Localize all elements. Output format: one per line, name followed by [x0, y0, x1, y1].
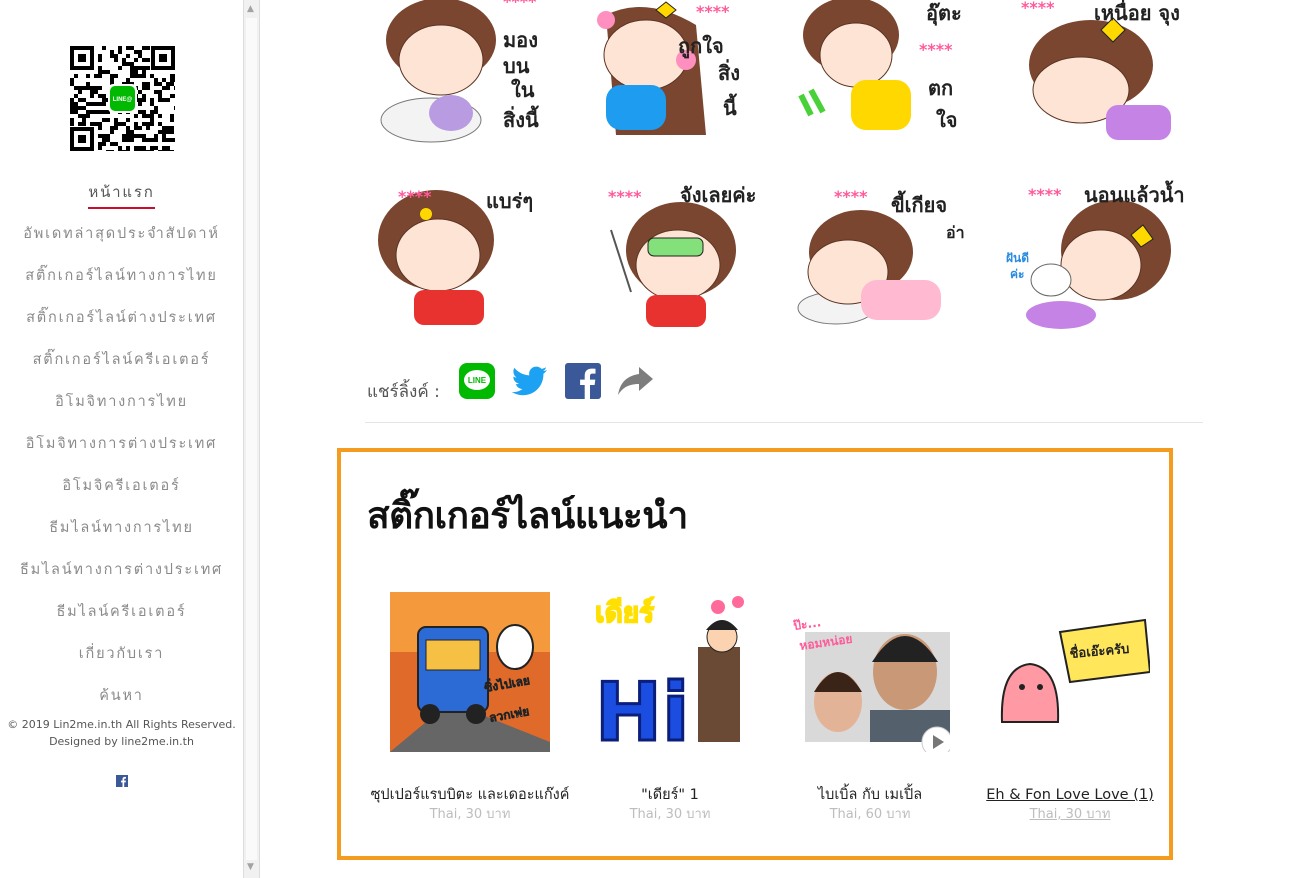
card-title[interactable]: ซุปเปอร์แรบบิตะ และเดอะแก๊งค์	[370, 786, 570, 805]
divider	[365, 422, 1203, 423]
svg-text:สิ่ง: สิ่ง	[718, 58, 740, 85]
svg-text:นี้: นี้	[723, 93, 738, 120]
svg-text:อ่า: อ่า	[946, 223, 965, 242]
svg-text:ใน: ใน	[511, 78, 535, 102]
recommended-card-1[interactable]: ซิ่งไปเลย ลวกเพ่ย ซุปเปอร์แรบบิตะ และเดอ…	[370, 592, 570, 825]
svg-text:สิ่งนี้: สิ่งนี้	[503, 105, 540, 132]
card-title[interactable]: "เดียร์" 1	[570, 786, 770, 805]
card-price[interactable]: Thai, 30 บาท	[970, 805, 1170, 825]
sticker-5[interactable]: **** แบร่ๆ	[376, 180, 556, 330]
recommended-card-3[interactable]: ป๊ะ... หอมหน่อย ไบเบิ้ล กับ เมเปิ้ล Thai…	[770, 592, 970, 825]
nav-official-thai-themes[interactable]: ธีมไลน์ทางการไทย	[0, 516, 243, 539]
sticker-1[interactable]: **** มอง บน ใน สิ่งนี้	[376, 0, 556, 145]
sticker-thumbnail[interactable]: ชื่อเอ๊ะครับ	[990, 592, 1152, 752]
recommended-heading: สติ๊กเกอร์ไลน์แนะนำ	[367, 494, 688, 537]
sticker-2[interactable]: **** ถูกใจ สิ่ง นี้	[586, 0, 766, 145]
svg-text:ตก: ตก	[928, 76, 953, 100]
card-price: Thai, 30 บาท	[629, 807, 711, 822]
svg-text:ฝันดี: ฝันดี	[1006, 251, 1029, 265]
nav-official-thai-stickers[interactable]: สติ๊กเกอร์ไลน์ทางการไทย	[0, 264, 243, 287]
svg-text:อุ๊ตะ: อุ๊ตะ	[926, 1, 962, 26]
svg-text:ถูกใจ: ถูกใจ	[678, 34, 724, 60]
qr-logo-text: LINE@	[113, 97, 133, 103]
scrollbar-thumb[interactable]	[246, 18, 257, 860]
forward-share-icon[interactable]	[617, 363, 653, 399]
nav-official-thai-emoji[interactable]: อิโมจิทางการไทย	[0, 390, 243, 413]
svg-text:ป๊ะ...: ป๊ะ...	[792, 615, 822, 633]
recommended-section: สติ๊กเกอร์ไลน์แนะนำ ซิ่งไปเลย ลวกเพ่ย ซุ…	[337, 448, 1173, 860]
sticker-7[interactable]: **** ขี้เกียจ อ่า	[796, 180, 976, 330]
recommended-card-4[interactable]: ชื่อเอ๊ะครับ Eh & Fon Love Love (1) Thai…	[970, 592, 1170, 825]
nav-home[interactable]: หน้าแรก	[0, 180, 243, 209]
facebook-share-icon[interactable]	[565, 363, 601, 399]
sidebar-scrollbar[interactable]: ▲ ▼	[243, 0, 260, 878]
svg-text:****: ****	[1028, 185, 1062, 204]
nav-foreign-emoji[interactable]: อิโมจิทางการต่างประเทศ	[0, 432, 243, 455]
card-price: Thai, 60 บาท	[829, 807, 911, 822]
line-share-icon[interactable]: LINE	[459, 363, 495, 399]
sticker-4[interactable]: **** เหนื่อย จุง	[1006, 0, 1186, 145]
svg-text:****: ****	[696, 2, 730, 21]
svg-text:ขี้เกียจ: ขี้เกียจ	[891, 190, 947, 217]
facebook-small-icon[interactable]	[116, 775, 128, 787]
qr-code: LINE@	[70, 46, 175, 151]
card-price: Thai, 30 บาท	[429, 807, 511, 822]
svg-text:นอนแล้วน้ำ: นอนแล้วน้ำ	[1084, 180, 1185, 207]
svg-text:****: ****	[608, 187, 642, 206]
svg-text:เดียร์: เดียร์	[595, 596, 654, 629]
designed-by: Designed by line2me.in.th	[49, 735, 194, 748]
nav-weekly-update[interactable]: อัพเดทล่าสุดประจำสัปดาห์	[0, 222, 243, 245]
sticker-thumbnail[interactable]: ป๊ะ... หอมหน่อย	[790, 592, 953, 758]
nav-about[interactable]: เกี่ยวกับเรา	[0, 642, 243, 665]
nav-creator-themes[interactable]: ธีมไลน์ครีเอเตอร์	[0, 600, 243, 623]
card-title[interactable]: ไบเบิ้ล กับ เมเปิ้ล	[770, 786, 970, 805]
nav-foreign-stickers[interactable]: สติ๊กเกอร์ไลน์ต่างประเทศ	[0, 306, 243, 329]
svg-text:มอง: มอง	[503, 28, 538, 52]
sticker-thumbnail[interactable]: เดียร์ Hi	[590, 592, 750, 761]
scroll-down-arrow-icon[interactable]: ▼	[247, 862, 254, 872]
svg-text:เหนื่อย จุง: เหนื่อย จุง	[1094, 0, 1180, 26]
svg-text:****: ****	[919, 40, 953, 59]
sticker-8[interactable]: **** นอนแล้วน้ำ ฝันดี ค่ะ	[1006, 180, 1186, 330]
nav-foreign-themes[interactable]: ธีมไลน์ทางการต่างประเทศ	[0, 558, 243, 581]
svg-text:Hi: Hi	[595, 666, 689, 752]
svg-text:****: ****	[834, 187, 868, 206]
svg-text:ใจ: ใจ	[936, 108, 957, 132]
svg-text:แบร่ๆ: แบร่ๆ	[486, 189, 533, 213]
sidebar: LINE@ หน้าแรก อัพเดทล่าสุดประจำสัปดาห์ ส…	[0, 0, 244, 878]
sticker-thumbnail[interactable]: ซิ่งไปเลย ลวกเพ่ย	[390, 592, 550, 752]
svg-text:****: ****	[1021, 0, 1055, 17]
svg-text:LINE: LINE	[468, 376, 487, 385]
nav-creator-stickers[interactable]: สติ๊กเกอร์ไลน์ครีเอเตอร์	[0, 348, 243, 371]
scroll-up-arrow-icon[interactable]: ▲	[247, 4, 254, 14]
recommended-card-2[interactable]: เดียร์ Hi "เดียร์" 1 Thai, 30 บาท	[570, 592, 770, 825]
svg-text:บน: บน	[503, 54, 530, 78]
copyright: © 2019 Lin2me.in.th All Rights Reserved.	[7, 718, 236, 731]
nav-creator-emoji[interactable]: อิโมจิครีเอเตอร์	[0, 474, 243, 497]
card-title[interactable]: Eh & Fon Love Love (1)	[970, 786, 1170, 805]
svg-text:ค่ะ: ค่ะ	[1010, 267, 1024, 281]
share-label: แชร์ลิ้งค์ :	[367, 382, 440, 402]
sticker-6[interactable]: **** จังเลยค่ะ	[586, 180, 766, 330]
svg-text:****: ****	[503, 0, 537, 11]
svg-text:จังเลยค่ะ: จังเลยค่ะ	[680, 183, 756, 207]
sticker-3[interactable]: อุ๊ตะ **** ตก ใจ	[796, 0, 976, 145]
nav-search[interactable]: ค้นหา	[0, 684, 243, 707]
svg-text:****: ****	[398, 187, 432, 206]
twitter-share-icon[interactable]	[512, 363, 548, 399]
